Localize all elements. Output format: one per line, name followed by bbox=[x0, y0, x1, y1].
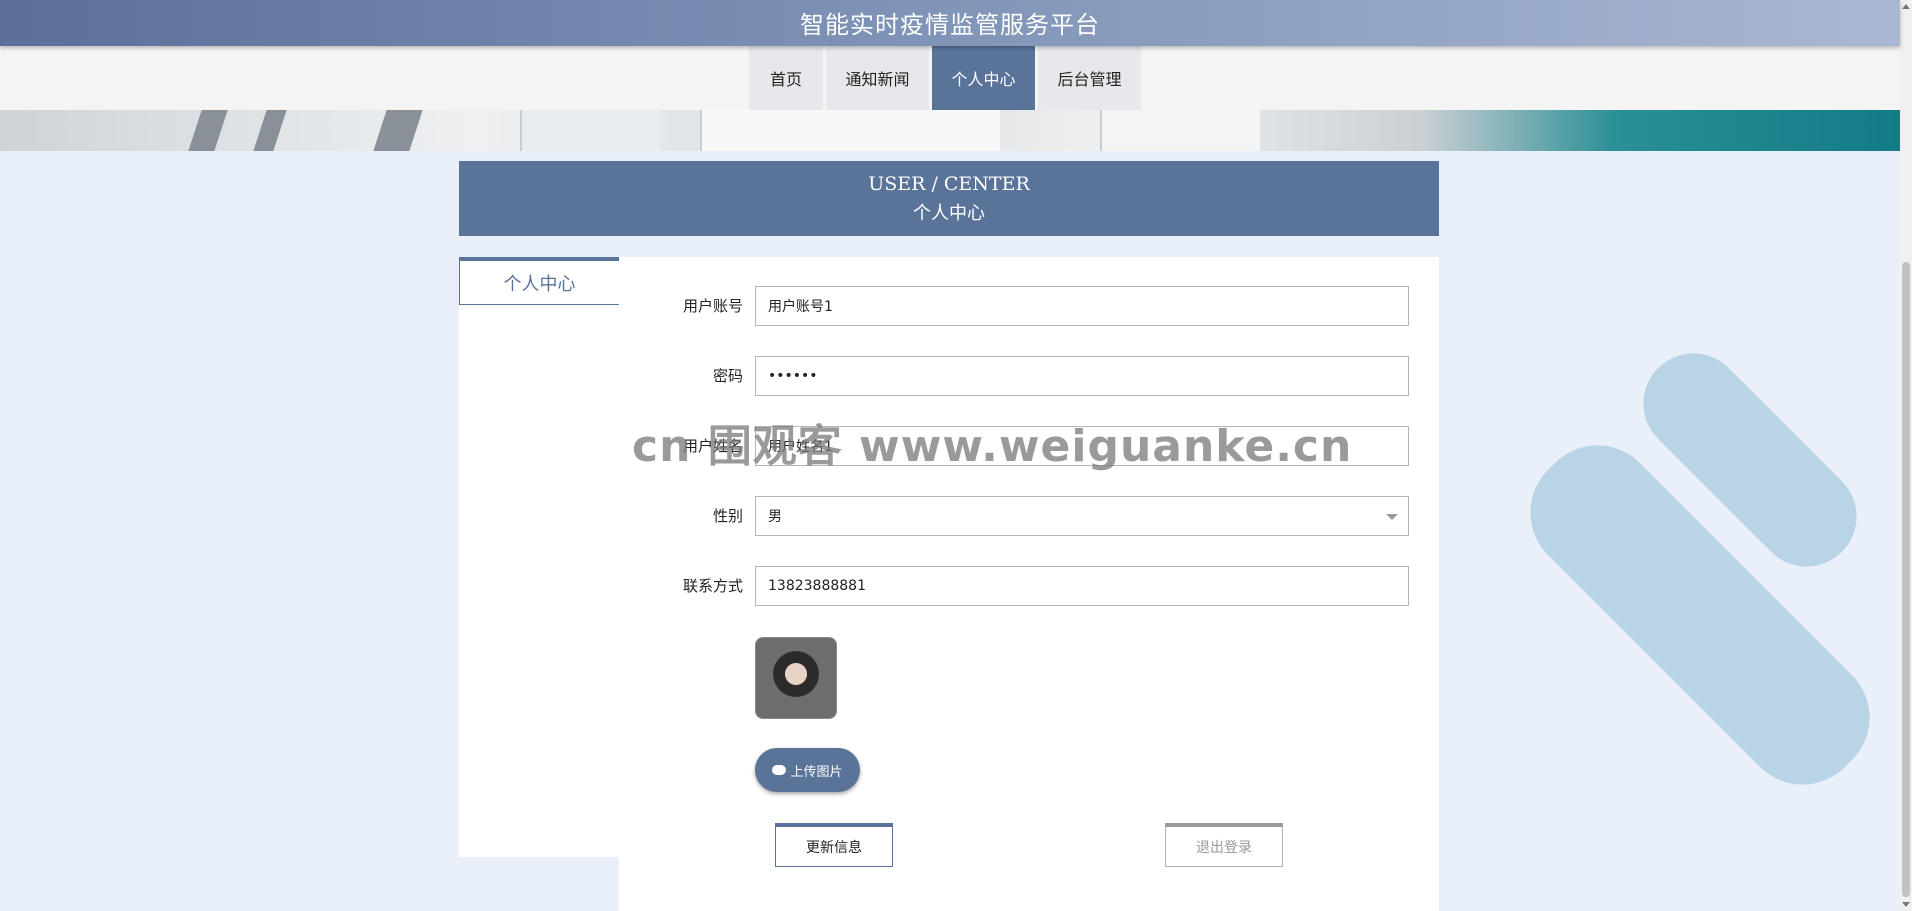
cloud-upload-icon bbox=[772, 765, 787, 775]
account-label: 用户账号 bbox=[682, 297, 743, 315]
top-bar: 智能实时疫情监管服务平台 bbox=[0, 0, 1900, 46]
logout-button[interactable]: 退出登录 bbox=[1165, 823, 1283, 867]
page-header-cn: 个人中心 bbox=[913, 203, 985, 224]
account-input[interactable]: 用户账号1 bbox=[755, 286, 1409, 326]
scroll-up-icon[interactable] bbox=[1902, 4, 1910, 9]
upload-image-label: 上传图片 bbox=[790, 764, 843, 780]
scroll-down-icon[interactable] bbox=[1902, 902, 1910, 907]
page-scrollbar[interactable] bbox=[1900, 0, 1912, 911]
password-input[interactable]: •••••• bbox=[755, 356, 1409, 396]
watermark-text: cn 围观客 www.weiguanke.cn bbox=[632, 421, 1353, 472]
scroll-thumb[interactable] bbox=[1902, 262, 1910, 897]
nav-item-user-center[interactable]: 个人中心 bbox=[932, 46, 1035, 110]
gender-select[interactable]: 男 bbox=[755, 496, 1409, 536]
nav-bar: 首页 通知新闻 个人中心 后台管理 bbox=[0, 46, 1900, 110]
nav-item-home[interactable]: 首页 bbox=[749, 46, 823, 110]
gender-select-value: 男 bbox=[768, 509, 782, 525]
app-title: 智能实时疫情监管服务平台 bbox=[800, 11, 1100, 39]
form-row-account: 用户账号 用户账号1 bbox=[619, 286, 1409, 326]
phone-label: 联系方式 bbox=[682, 577, 743, 595]
avatar-image bbox=[755, 637, 837, 719]
banner-image bbox=[0, 110, 1900, 151]
nav-item-admin[interactable]: 后台管理 bbox=[1038, 46, 1141, 110]
upload-image-button[interactable]: 上传图片 bbox=[755, 748, 860, 792]
gender-label: 性别 bbox=[712, 507, 743, 525]
password-label: 密码 bbox=[712, 367, 743, 385]
nav-item-news[interactable]: 通知新闻 bbox=[826, 46, 929, 110]
page-header: USER / CENTER 个人中心 bbox=[459, 161, 1439, 236]
form-row-password: 密码 •••••• bbox=[619, 356, 1409, 396]
sidebar-panel bbox=[459, 257, 619, 857]
phone-input[interactable]: 13823888881 bbox=[755, 566, 1409, 606]
sidebar-tab-user-center[interactable]: 个人中心 bbox=[459, 257, 619, 305]
update-info-button[interactable]: 更新信息 bbox=[775, 823, 893, 867]
chevron-down-icon bbox=[1386, 514, 1398, 520]
page-header-en: USER / CENTER bbox=[868, 173, 1030, 195]
decorative-shape bbox=[1480, 350, 1900, 911]
form-row-phone: 联系方式 13823888881 bbox=[619, 566, 1409, 606]
form-row-gender: 性别 男 bbox=[619, 496, 1409, 536]
